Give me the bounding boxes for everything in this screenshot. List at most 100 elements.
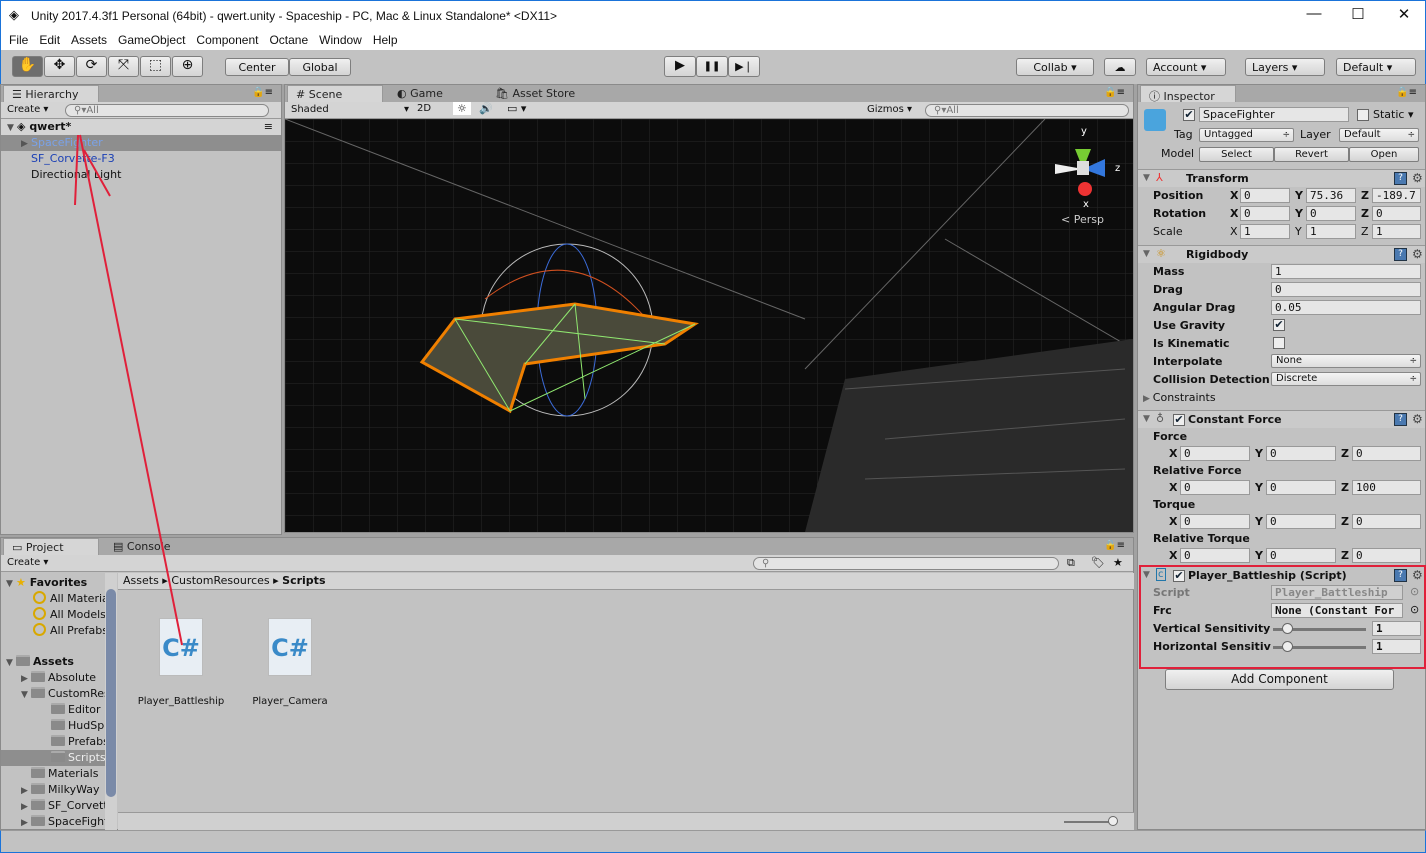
shading-dropdown[interactable]: Shaded ▾ [291, 104, 409, 115]
y-field[interactable]: 1 [1306, 224, 1356, 239]
x-field[interactable]: 0 [1180, 548, 1250, 563]
menu-window[interactable]: Window [319, 33, 362, 47]
create-dropdown[interactable]: Create ▾ [7, 557, 48, 568]
scene-menu-icon[interactable]: ≡ [264, 119, 273, 135]
folder-item[interactable]: ▶SF_Corvette [1, 798, 105, 814]
gizmos-dropdown[interactable]: Gizmos ▾ [867, 104, 912, 115]
y-field[interactable]: 0 [1266, 548, 1336, 563]
filter-label-icon[interactable]: 🏷 [1091, 556, 1105, 569]
y-field[interactable]: 0 [1266, 480, 1336, 495]
breadcrumb-item[interactable]: CustomResources [171, 574, 269, 587]
2d-toggle[interactable]: 2D [417, 103, 431, 114]
z-field[interactable]: 1 [1372, 224, 1421, 239]
pivot-global-button[interactable]: Global [289, 58, 351, 76]
effects-dropdown-icon[interactable]: ▭ ▾ [507, 102, 526, 115]
transform-tool-button[interactable]: ⊕ [172, 56, 203, 77]
z-field[interactable]: 0 [1372, 206, 1421, 221]
file-item[interactable]: C# Player_Battleship [136, 618, 226, 707]
gear-icon[interactable]: ⚙ [1412, 412, 1423, 426]
is-kinematic-checkbox[interactable] [1273, 337, 1285, 349]
pivot-center-button[interactable]: Center [225, 58, 289, 76]
object-picker-icon[interactable]: ⊙ [1410, 585, 1419, 598]
drag-field[interactable]: 0 [1271, 282, 1421, 297]
object-picker-icon[interactable]: ⊙ [1410, 603, 1419, 616]
hierarchy-search[interactable]: ⚲▾All [65, 104, 269, 117]
folder-item[interactable]: HudSprites [1, 718, 105, 734]
help-icon[interactable]: ? [1394, 413, 1407, 426]
favorite-item[interactable]: All Materials [1, 591, 105, 607]
add-component-button[interactable]: Add Component [1165, 669, 1394, 690]
enabled-checkbox[interactable]: ✔ [1173, 570, 1185, 582]
project-search[interactable]: ⚲ [753, 557, 1059, 570]
y-field[interactable]: 0 [1266, 446, 1336, 461]
model-select-button[interactable]: Select [1199, 147, 1274, 162]
tab-inspector[interactable]: ⓘ Inspector [1140, 85, 1236, 103]
horizontal-sensitivity-field[interactable]: 1 [1372, 639, 1421, 654]
slider-thumb[interactable] [1108, 816, 1118, 826]
z-field[interactable]: 100 [1352, 480, 1421, 495]
gear-icon[interactable]: ⚙ [1412, 171, 1423, 185]
favorite-item[interactable]: All Prefabs [1, 623, 105, 639]
scale-tool-button[interactable]: ⤧ [108, 56, 139, 77]
gear-icon[interactable]: ⚙ [1412, 247, 1423, 261]
folder-item[interactable]: Prefabs [1, 734, 105, 750]
move-tool-button[interactable]: ✥ [44, 56, 75, 77]
vertical-sensitivity-field[interactable]: 1 [1372, 621, 1421, 636]
tab-project[interactable]: ▭ Project [3, 538, 99, 555]
breadcrumb-item[interactable]: Assets [123, 574, 159, 587]
y-field[interactable]: 0 [1306, 206, 1356, 221]
frc-field[interactable]: None (Constant For [1271, 603, 1403, 618]
lighting-toggle-icon[interactable]: ☼ [453, 102, 471, 115]
z-field[interactable]: -189.7 [1372, 188, 1421, 203]
constant-force-header[interactable]: ▼ ♁ ✔ Constant Force? ⚙ [1138, 410, 1425, 428]
cloud-button[interactable]: ☁ [1104, 58, 1136, 76]
model-open-button[interactable]: Open [1349, 147, 1419, 162]
name-field[interactable]: SpaceFighter [1199, 107, 1349, 122]
tab-game[interactable]: ◐ Game [389, 85, 451, 102]
favorites-item[interactable]: ▼ ★ Favorites [1, 575, 105, 591]
hand-tool-button[interactable]: ✋ [12, 56, 43, 77]
menu-assets[interactable]: Assets [71, 33, 107, 47]
collision-detection-dropdown[interactable]: Discrete [1271, 372, 1421, 386]
tab-asset-store[interactable]: 🛍 Asset Store [487, 85, 583, 102]
x-field[interactable]: 0 [1180, 446, 1250, 461]
favorite-item[interactable]: All Models [1, 607, 105, 623]
folder-item[interactable]: Editor [1, 702, 105, 718]
help-icon[interactable]: ? [1394, 248, 1407, 261]
x-field[interactable]: 0 [1240, 206, 1290, 221]
script-header[interactable]: ▼ c ✔ Player_Battleship (Script)? ⚙ [1138, 567, 1425, 585]
step-button[interactable]: ▶❘ [728, 56, 760, 77]
menu-file[interactable]: File [9, 33, 28, 47]
mass-field[interactable]: 1 [1271, 264, 1421, 279]
scene-search[interactable]: ⚲▾All [925, 104, 1129, 117]
rotate-tool-button[interactable]: ⟳ [76, 56, 107, 77]
script-field[interactable]: Player_Battleship [1271, 585, 1403, 600]
help-icon[interactable]: ? [1394, 172, 1407, 185]
layout-dropdown[interactable]: Default ▾ [1336, 58, 1416, 76]
panel-menu-icon[interactable]: 🔒≡ [1104, 87, 1125, 98]
z-field[interactable]: 0 [1352, 548, 1421, 563]
tab-hierarchy[interactable]: ☰ Hierarchy [3, 85, 99, 102]
z-field[interactable]: 0 [1352, 514, 1421, 529]
folder-item[interactable]: ▼CustomResources [1, 686, 105, 702]
y-field[interactable]: 0 [1266, 514, 1336, 529]
minimize-button[interactable]: — [1294, 5, 1334, 22]
angular-drag-field[interactable]: 0.05 [1271, 300, 1421, 315]
play-button[interactable]: ▶ [664, 56, 696, 77]
layers-dropdown[interactable]: Layers ▾ [1245, 58, 1325, 76]
layer-dropdown[interactable]: Default [1339, 128, 1419, 142]
tab-scene[interactable]: # Scene [287, 85, 383, 102]
maximize-button[interactable]: ☐ [1338, 5, 1378, 23]
hierarchy-item[interactable]: Directional Light [1, 167, 281, 183]
assets-item[interactable]: ▼ Assets [1, 654, 105, 670]
menu-help[interactable]: Help [373, 33, 398, 47]
persp-label[interactable]: < Persp [1061, 213, 1104, 226]
x-field[interactable]: 0 [1240, 188, 1290, 203]
menu-gameobject[interactable]: GameObject [118, 33, 185, 47]
rect-tool-button[interactable]: ⬚ [140, 56, 171, 77]
pause-button[interactable]: ❚❚ [696, 56, 728, 77]
x-field[interactable]: 0 [1180, 514, 1250, 529]
enabled-checkbox[interactable]: ✔ [1173, 414, 1185, 426]
rigidbody-header[interactable]: ▼ ⚛ Rigidbody? ⚙ [1138, 245, 1425, 263]
scene-root[interactable]: ▼ ◈ qwert* ≡ [1, 119, 281, 135]
